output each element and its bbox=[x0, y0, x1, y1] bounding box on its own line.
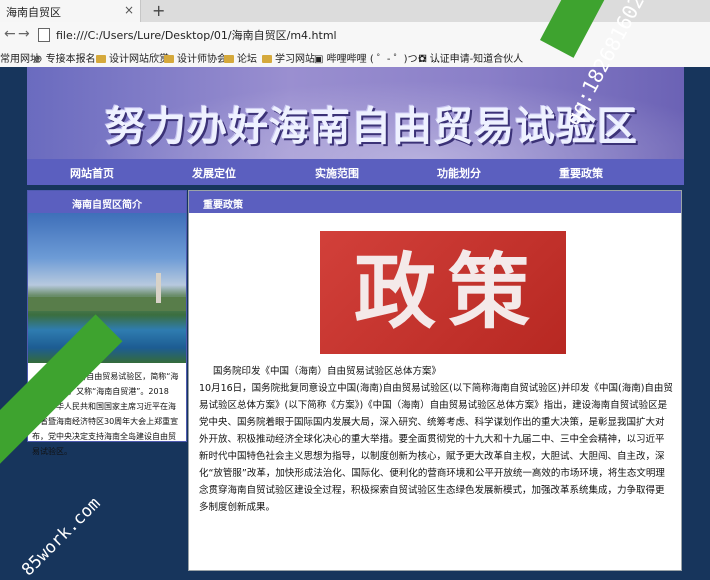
nav-item-home[interactable]: 网站首页 bbox=[70, 165, 114, 181]
bookmark-item[interactable]: ⊕ 专接本报名 bbox=[34, 50, 96, 65]
file-icon bbox=[38, 28, 50, 42]
bookmark-item[interactable]: 学习网站 bbox=[262, 50, 315, 65]
folder-icon bbox=[262, 55, 272, 63]
globe-icon: ⊕ bbox=[34, 54, 43, 65]
close-icon[interactable]: × bbox=[124, 3, 134, 17]
nav-item-policy[interactable]: 重要政策 bbox=[559, 165, 603, 181]
policy-panel: 重要政策 政 策 国务院印发《中国（海南）自由贸易试验区总体方案》 10月16日… bbox=[188, 190, 682, 571]
sidebar-title: 海南自贸区简介 bbox=[72, 200, 142, 211]
sidebar-header: 海南自贸区简介 bbox=[28, 191, 186, 213]
new-tab-icon[interactable]: + bbox=[152, 1, 165, 20]
bookmark-item[interactable]: 论坛 bbox=[224, 50, 257, 65]
nav-item-scope[interactable]: 实施范围 bbox=[315, 165, 359, 181]
bookmark-item[interactable]: 设计网站欣赏 bbox=[96, 50, 169, 65]
policy-glyph: 政 bbox=[354, 245, 437, 340]
bookmark-item[interactable]: ✿ 认证申请-知道合伙人 bbox=[418, 50, 523, 65]
panel-title: 重要政策 bbox=[203, 200, 243, 211]
banner-title: 努力办好海南自由贸易试验区 bbox=[105, 104, 638, 150]
back-arrow-icon[interactable]: ← bbox=[4, 26, 16, 42]
panel-header: 重要政策 bbox=[189, 191, 681, 213]
browser-tab[interactable]: 海南自贸区 × bbox=[0, 0, 141, 22]
policy-article: 国务院印发《中国（海南）自由贸易试验区总体方案》 10月16日，国务院批复同意设… bbox=[199, 363, 673, 516]
tab-bar: 海南自贸区 × + bbox=[0, 0, 710, 22]
main-nav: 网站首页 发展定位 实施范围 功能划分 重要政策 bbox=[27, 159, 684, 185]
nav-item-functions[interactable]: 功能划分 bbox=[437, 165, 481, 181]
folder-icon bbox=[96, 55, 106, 63]
web-page: 努力办好海南自由贸易试验区 网站首页 发展定位 实施范围 功能划分 重要政策 海… bbox=[0, 67, 710, 571]
article-body: 10月16日，国务院批复同意设立中国(海南)自由贸易试验区(以下简称海南自贸试验… bbox=[199, 383, 673, 513]
forward-arrow-icon[interactable]: → bbox=[18, 26, 30, 42]
folder-icon bbox=[164, 55, 174, 63]
paw-icon: ✿ bbox=[418, 54, 427, 65]
article-title: 国务院印发《中国（海南）自由贸易试验区总体方案》 bbox=[213, 366, 442, 377]
policy-glyph: 策 bbox=[448, 245, 531, 340]
bookmark-item[interactable]: 设计师协会 bbox=[164, 50, 227, 65]
nav-item-positioning[interactable]: 发展定位 bbox=[192, 165, 236, 181]
policy-banner-image: 政 策 bbox=[320, 231, 566, 354]
folder-icon bbox=[224, 55, 234, 63]
tab-title: 海南自贸区 bbox=[6, 6, 61, 19]
address-bar[interactable]: file:///C:/Users/Lure/Desktop/01/海南自贸区/m… bbox=[56, 27, 337, 43]
bilibili-icon: ▣ bbox=[314, 54, 324, 65]
